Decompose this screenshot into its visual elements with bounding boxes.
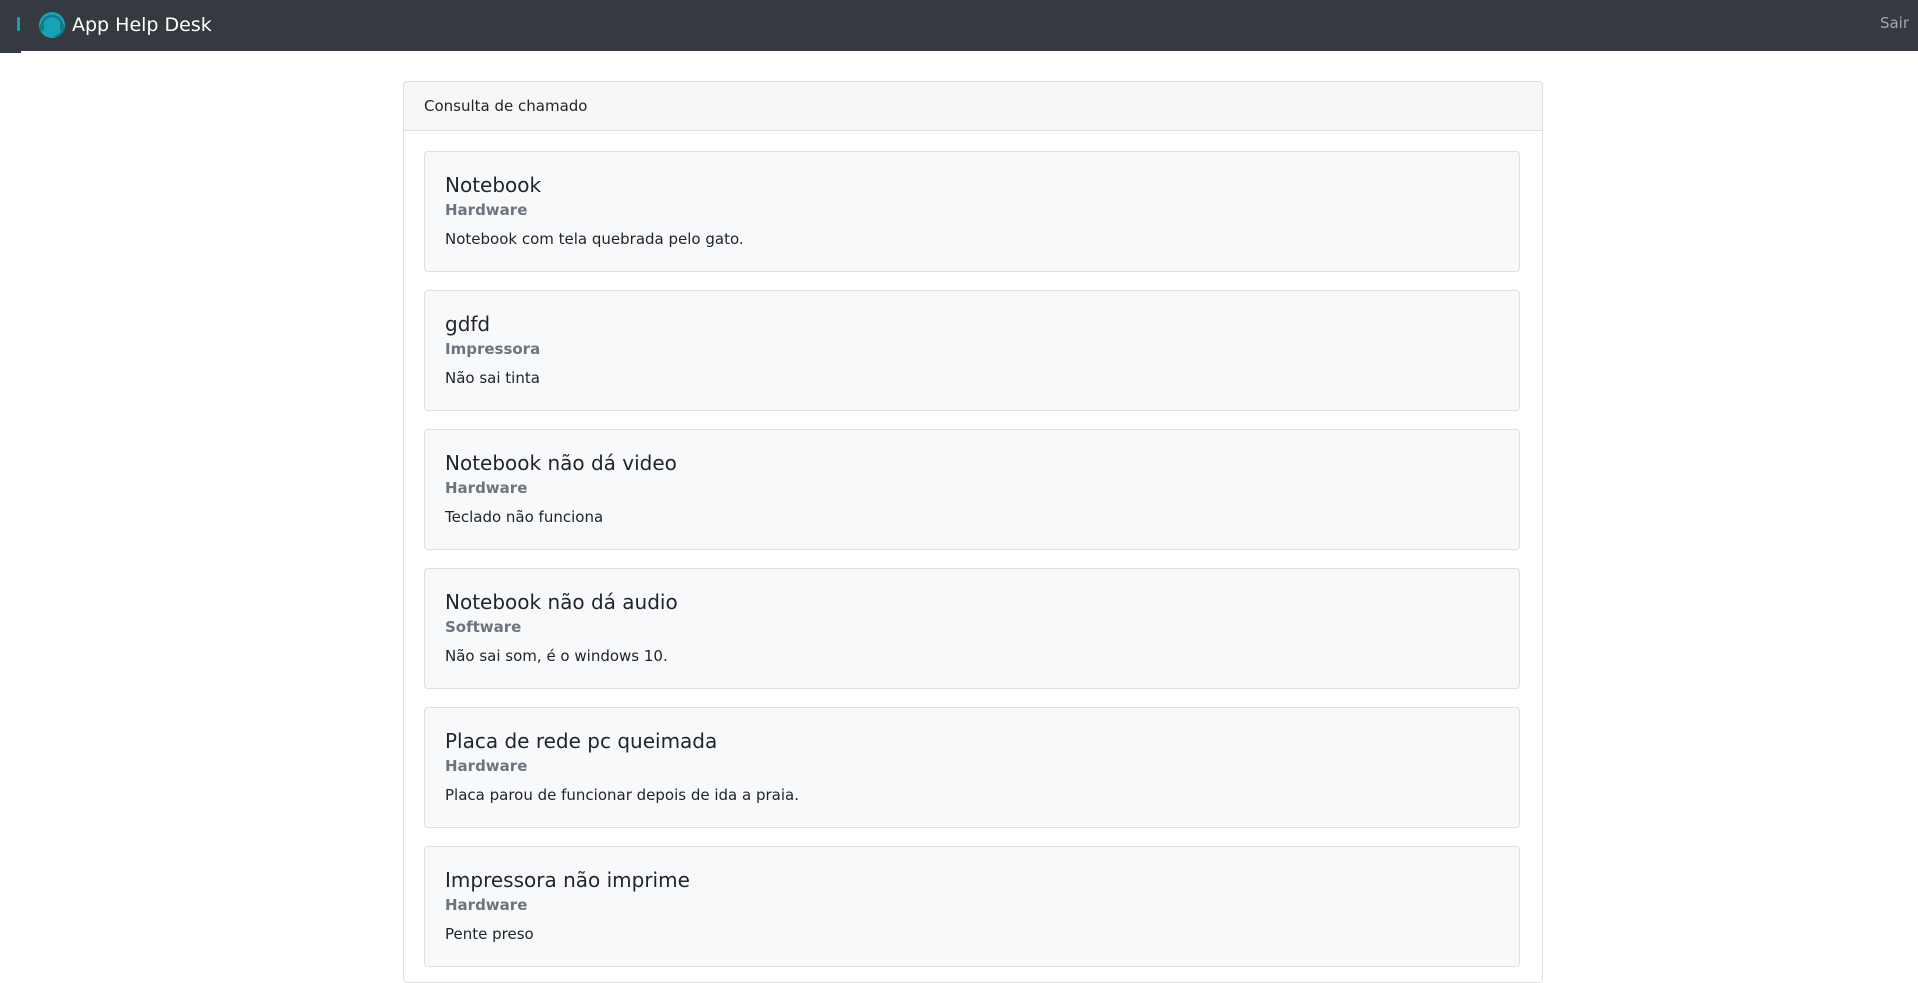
ticket-description: Teclado não funciona xyxy=(445,508,604,526)
ticket-category: Hardware xyxy=(445,896,528,914)
ticket-title: Notebook não dá video xyxy=(445,451,677,475)
ticket-description: Não sai tinta xyxy=(445,369,540,387)
logout-link[interactable]: Sair xyxy=(1880,14,1909,32)
ticket-category: Software xyxy=(445,618,522,636)
ticket-description: Notebook com tela quebrada pelo gato. xyxy=(445,230,744,248)
ticket-title: Impressora não imprime xyxy=(445,868,690,892)
headset-logo-icon xyxy=(39,12,65,38)
ticket-description: Não sai som, é o windows 10. xyxy=(445,647,668,665)
ticket-list: Notebook Hardware Notebook com tela queb… xyxy=(404,131,1542,967)
ticket-title: Notebook não dá audio xyxy=(445,590,678,614)
ticket-title: Placa de rede pc queimada xyxy=(445,729,718,753)
ticket-card: Notebook Hardware Notebook com tela queb… xyxy=(424,151,1520,272)
ticket-category: Hardware xyxy=(445,479,528,497)
sidebar-toggle-icon[interactable] xyxy=(17,17,20,31)
card-header: Consulta de chamado xyxy=(404,82,1542,131)
ticket-category: Impressora xyxy=(445,340,541,358)
ticket-card: Placa de rede pc queimada Hardware Placa… xyxy=(424,707,1520,828)
ticket-description: Placa parou de funcionar depois de ida a… xyxy=(445,786,799,804)
nav-underline xyxy=(0,51,21,53)
ticket-card: Notebook não dá audio Software Não sai s… xyxy=(424,568,1520,689)
ticket-description: Pente preso xyxy=(445,925,534,943)
ticket-title: Notebook xyxy=(445,173,542,197)
ticket-query-card: Consulta de chamado Notebook Hardware No… xyxy=(403,81,1543,983)
top-navbar: App Help Desk Sair xyxy=(0,0,1918,51)
ticket-category: Hardware xyxy=(445,757,528,775)
brand-title: App Help Desk xyxy=(72,14,212,36)
ticket-card: gdfd Impressora Não sai tinta xyxy=(424,290,1520,411)
brand-link[interactable]: App Help Desk xyxy=(36,8,212,42)
ticket-card: Notebook não dá video Hardware Teclado n… xyxy=(424,429,1520,550)
ticket-category: Hardware xyxy=(445,201,528,219)
ticket-title: gdfd xyxy=(445,312,491,336)
ticket-card: Impressora não imprime Hardware Pente pr… xyxy=(424,846,1520,967)
